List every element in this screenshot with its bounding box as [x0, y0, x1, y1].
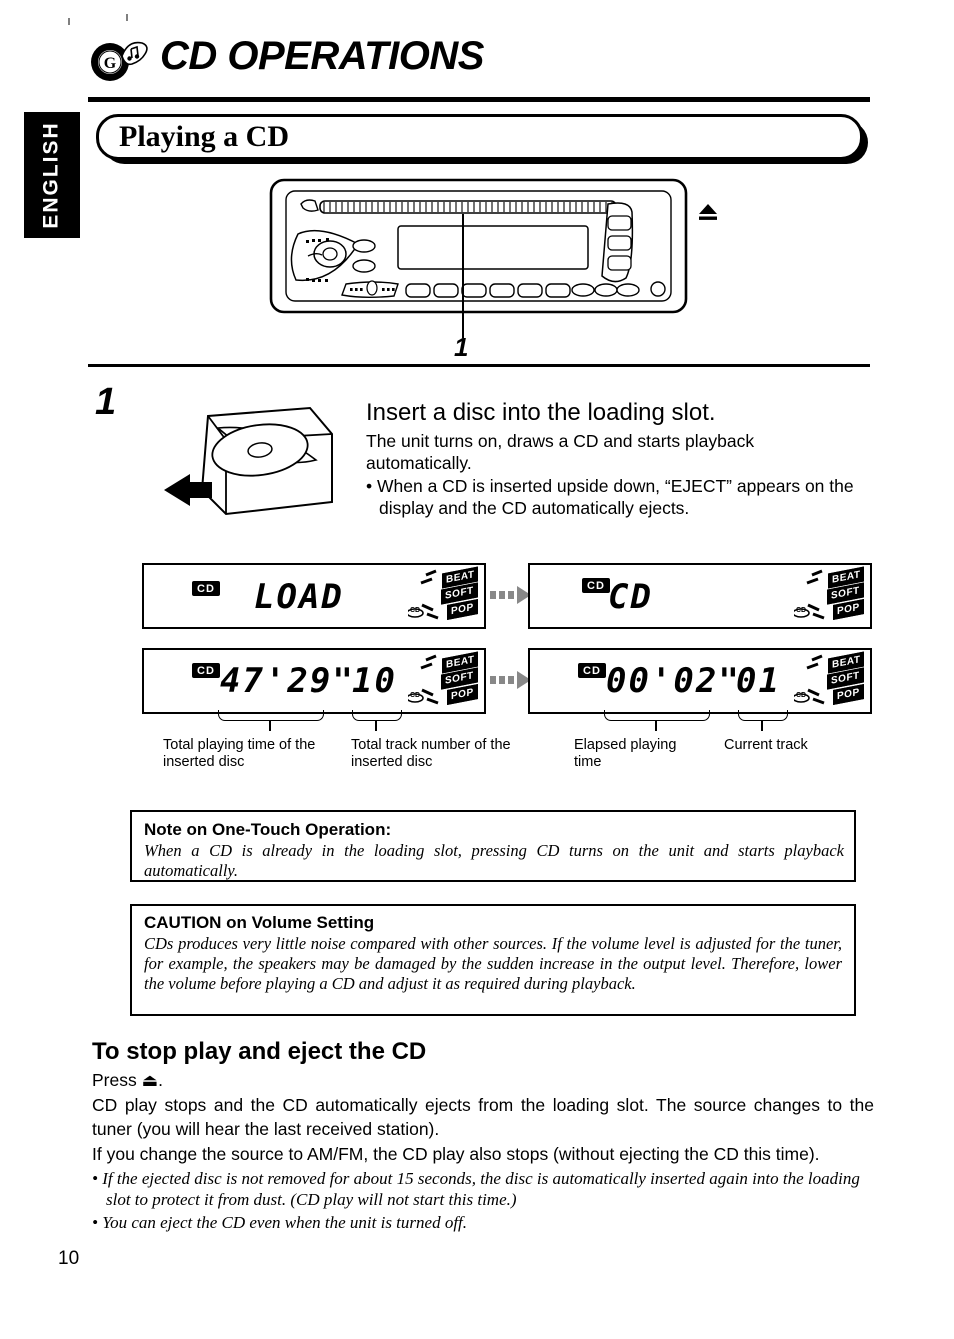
caption-current-track: Current track	[724, 737, 808, 753]
bracket-stem	[655, 720, 657, 731]
language-tab-label: ENGLISH	[40, 121, 63, 229]
svg-text:G: G	[104, 55, 117, 72]
equalizer-indicator: BEAT SOFT POP	[826, 566, 866, 624]
step-body-line-2: automatically.	[366, 453, 472, 473]
dashed-arrow-icon	[490, 671, 531, 689]
display-panel-disc-info: CD 47'29" 10 BEAT SOFT POP CD	[142, 648, 486, 714]
display-elapsed-time: 00'02"	[606, 661, 741, 701]
cd-indicator: CD	[192, 581, 220, 596]
press-eject-line: Press ⏏.	[92, 1070, 163, 1090]
disc-spin-rays-icon: CD	[794, 654, 825, 705]
bracket-elapsed	[604, 710, 710, 721]
svg-text:CD: CD	[796, 607, 806, 614]
disc-spin-rays-icon: CD	[408, 654, 439, 705]
caption-total-time: Total playing time of the inserted disc	[163, 737, 316, 770]
display-main-text: CD	[608, 577, 653, 617]
display-current-track: 01	[736, 661, 781, 701]
note-box: Note on One-Touch Operation: When a CD i…	[130, 810, 856, 882]
svg-text:CD: CD	[410, 607, 420, 614]
display-panel-playing: CD 00'02" 01 BEAT SOFT POP CD	[528, 648, 872, 714]
bracket-stem	[269, 720, 271, 731]
cd-indicator: CD	[192, 663, 220, 678]
bracket-current-track	[738, 710, 788, 721]
note-box-title: Note on One-Touch Operation:	[144, 820, 392, 839]
eject-triangle-icon	[699, 204, 717, 220]
disc-insert-slot-icon	[164, 406, 333, 516]
title-divider	[88, 97, 870, 102]
section-header-box: Playing a CD	[96, 114, 863, 160]
equalizer-indicator: BEAT SOFT POP	[826, 651, 866, 709]
note-box-body: When a CD is already in the loading slot…	[144, 841, 844, 880]
stop-section-body: Press ⏏. CD play stops and the CD automa…	[92, 1068, 874, 1233]
manual-page: ENGLISH G CD OPERATIONS Playing a CD 1 1…	[0, 0, 954, 1339]
caption-total-tracks: Total track number of the inserted disc	[351, 737, 511, 770]
scan-speck	[68, 18, 70, 25]
caution-box-title: CAUTION on Volume Setting	[144, 913, 375, 932]
svg-text:CD: CD	[410, 692, 420, 699]
bracket-stem	[761, 720, 763, 731]
display-total-tracks: 10	[352, 661, 397, 701]
callout-number: 1	[454, 332, 469, 362]
caution-box-body: CDs produces very little noise compared …	[144, 934, 842, 993]
stop-section-heading: To stop play and eject the CD	[92, 1038, 427, 1065]
step-instructions: Insert a disc into the loading slot. The…	[366, 398, 876, 519]
section-divider	[88, 364, 870, 367]
page-title: CD OPERATIONS	[160, 34, 484, 78]
cd-indicator: CD	[582, 578, 610, 593]
step-number: 1	[95, 381, 117, 423]
disc-spin-rays-icon: CD	[794, 569, 825, 620]
cd-indicator: CD	[578, 663, 606, 678]
disc-spin-rays-icon: CD	[408, 569, 439, 620]
page-number: 10	[58, 1248, 80, 1269]
display-main-text: LOAD	[254, 577, 344, 617]
bracket-total-tracks	[352, 710, 402, 721]
step-bullet: • When a CD is inserted upside down, “EJ…	[366, 476, 854, 518]
stop-paragraph-1: CD play stops and the CD automatically e…	[92, 1094, 874, 1140]
display-total-time: 47'29"	[220, 661, 355, 701]
car-stereo-faceplate-icon	[268, 174, 718, 324]
bracket-stem	[375, 720, 377, 731]
language-tab: ENGLISH	[24, 112, 80, 238]
stop-bullet-1: • If the ejected disc is not removed for…	[92, 1169, 860, 1209]
equalizer-indicator: BEAT SOFT POP	[440, 566, 480, 624]
display-panel-cd-detected: CD CD BEAT SOFT POP CD	[528, 563, 872, 629]
scan-speck	[126, 14, 128, 21]
svg-text:CD: CD	[796, 692, 806, 699]
cd-disc-music-note-icon: G	[91, 41, 148, 81]
stop-bullet-2: • You can eject the CD even when the uni…	[92, 1213, 468, 1232]
callout-leader-line	[462, 214, 464, 338]
step-heading: Insert a disc into the loading slot.	[366, 399, 716, 426]
section-title: Playing a CD	[119, 120, 290, 153]
step-body-line-1: The unit turns on, draws a CD and starts…	[366, 431, 755, 451]
dashed-arrow-icon	[490, 586, 531, 604]
caption-elapsed: Elapsed playing time	[574, 737, 677, 770]
caution-box: CAUTION on Volume Setting CDs produces v…	[130, 904, 856, 1016]
stop-paragraph-2: If you change the source to AM/FM, the C…	[92, 1143, 820, 1164]
chapter-header: G CD OPERATIONS	[88, 34, 878, 96]
section-header: Playing a CD	[96, 114, 868, 164]
equalizer-indicator: BEAT SOFT POP	[440, 651, 480, 709]
bracket-total-time	[218, 710, 324, 721]
display-panel-loading: CD LOAD BEAT SOFT POP CD	[142, 563, 486, 629]
